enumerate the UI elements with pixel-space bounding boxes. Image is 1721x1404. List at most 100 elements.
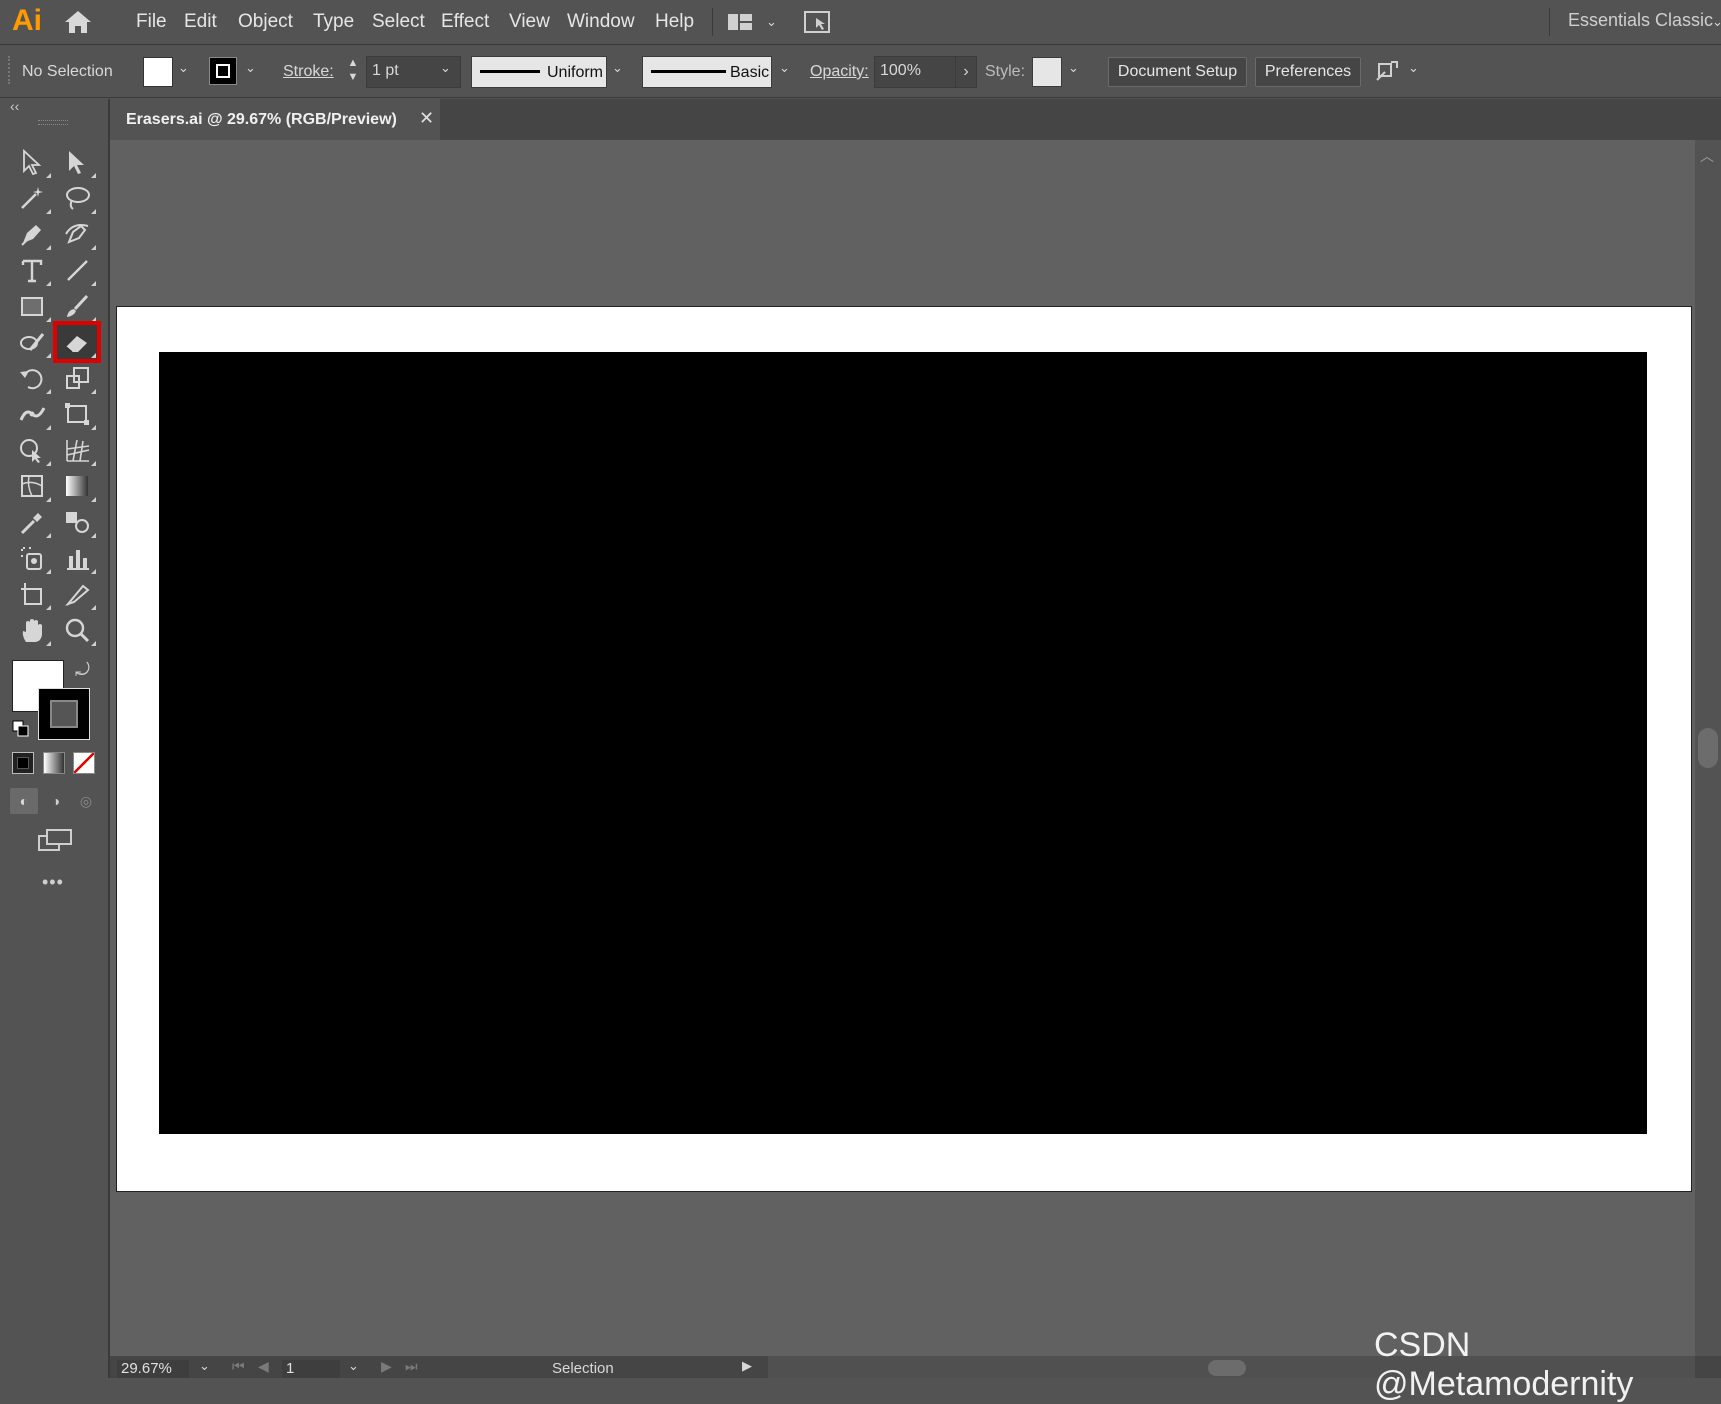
stroke-swatch[interactable] bbox=[209, 57, 237, 85]
align-to-icon[interactable] bbox=[1375, 58, 1401, 89]
menu-object[interactable]: Object bbox=[238, 11, 293, 33]
color-mode-icon[interactable] bbox=[12, 752, 34, 774]
artboard-number: 1 bbox=[286, 1360, 295, 1377]
symbol-sprayer-tool-icon[interactable] bbox=[12, 541, 52, 575]
direct-selection-tool-icon[interactable] bbox=[57, 145, 97, 179]
menu-effect[interactable]: Effect bbox=[441, 11, 489, 33]
shape-builder-tool-icon[interactable] bbox=[12, 433, 52, 467]
line-segment-tool-icon[interactable] bbox=[57, 253, 97, 287]
first-artboard-icon[interactable]: ⏮ bbox=[232, 1358, 245, 1375]
type-tool-icon[interactable] bbox=[12, 253, 52, 287]
fill-chevron-icon[interactable]: ⌄ bbox=[178, 60, 189, 76]
stroke-chevron-icon[interactable]: ⌄ bbox=[245, 60, 256, 76]
gpu-search-icon[interactable] bbox=[803, 9, 833, 40]
style-chevron-icon[interactable]: ⌄ bbox=[1068, 60, 1079, 76]
menu-window[interactable]: Window bbox=[567, 11, 635, 33]
profile-label: Uniform bbox=[547, 64, 604, 81]
stroke-label[interactable]: Stroke: bbox=[283, 63, 334, 81]
status-mode: Selection bbox=[552, 1360, 614, 1377]
mesh-tool-icon[interactable] bbox=[12, 469, 52, 503]
watermark: CSDN @Metamodernity bbox=[1374, 1326, 1634, 1403]
shaper-tool-icon[interactable] bbox=[12, 325, 52, 359]
preferences-button[interactable]: Preferences bbox=[1255, 57, 1361, 87]
home-icon[interactable] bbox=[62, 8, 94, 36]
gradient-tool-icon[interactable] bbox=[57, 469, 97, 503]
stroke-stepper[interactable]: ▲ ▼ bbox=[343, 56, 363, 88]
eraser-tool-icon[interactable] bbox=[53, 321, 101, 363]
menu-select[interactable]: Select bbox=[372, 11, 425, 33]
vertical-scroll-thumb[interactable] bbox=[1698, 728, 1718, 768]
none-mode-icon[interactable] bbox=[73, 752, 95, 774]
menu-file[interactable]: File bbox=[136, 11, 167, 33]
menu-divider bbox=[1549, 8, 1550, 36]
menu-edit[interactable]: Edit bbox=[184, 11, 217, 33]
next-artboard-icon[interactable]: ▶ bbox=[381, 1358, 392, 1375]
app-logo: Ai bbox=[12, 4, 42, 37]
paintbrush-tool-icon[interactable] bbox=[57, 289, 97, 323]
style-label: Style: bbox=[985, 63, 1026, 80]
menu-view[interactable]: View bbox=[509, 11, 550, 33]
rotate-tool-icon[interactable] bbox=[12, 361, 52, 395]
brush-chevron-icon[interactable]: ⌄ bbox=[779, 60, 790, 76]
panel-grip[interactable] bbox=[38, 120, 68, 125]
lasso-tool-icon[interactable] bbox=[57, 181, 97, 215]
stroke-weight-value: 1 pt bbox=[372, 62, 399, 79]
collapse-panel-icon[interactable]: ‹‹ bbox=[10, 98, 19, 114]
column-graph-tool-icon[interactable] bbox=[57, 541, 97, 575]
hand-tool-icon[interactable] bbox=[12, 613, 52, 647]
artboard-tool-icon[interactable] bbox=[12, 577, 52, 611]
blend-tool-icon[interactable] bbox=[57, 505, 97, 539]
curvature-tool-icon[interactable] bbox=[57, 217, 97, 251]
swap-fill-stroke-icon[interactable]: ⤾ bbox=[75, 660, 90, 681]
scroll-up-icon[interactable]: ︿ bbox=[1700, 146, 1714, 166]
draw-inside-icon[interactable]: ◎ bbox=[72, 788, 100, 814]
fill-swatch[interactable] bbox=[143, 57, 173, 87]
document-setup-button[interactable]: Document Setup bbox=[1108, 57, 1247, 87]
opacity-arrow-icon[interactable]: › bbox=[955, 56, 977, 88]
stroke-color-box[interactable] bbox=[38, 688, 90, 740]
gradient-mode-icon[interactable] bbox=[43, 752, 65, 774]
eyedropper-tool-icon[interactable] bbox=[12, 505, 52, 539]
rectangle-tool-icon[interactable] bbox=[12, 289, 52, 323]
align-chevron-icon[interactable]: ⌄ bbox=[1408, 60, 1419, 76]
control-bar-grip[interactable] bbox=[8, 56, 12, 84]
free-transform-tool-icon[interactable] bbox=[57, 397, 97, 431]
slice-tool-icon[interactable] bbox=[57, 577, 97, 611]
profile-chevron-icon[interactable]: ⌄ bbox=[612, 60, 623, 76]
draw-normal-icon[interactable]: ◐ bbox=[10, 788, 38, 814]
workspace-switcher[interactable]: Essentials Classic bbox=[1568, 10, 1713, 31]
menu-type[interactable]: Type bbox=[313, 11, 354, 33]
menu-divider bbox=[712, 8, 713, 36]
change-screen-mode-icon[interactable] bbox=[38, 828, 72, 859]
black-rectangle[interactable] bbox=[159, 352, 1647, 1134]
document-tab-title: Erasers.ai @ 29.67% (RGB/Preview) bbox=[126, 111, 397, 128]
opacity-value: 100% bbox=[880, 62, 921, 79]
scale-tool-icon[interactable] bbox=[57, 361, 97, 395]
pen-tool-icon[interactable] bbox=[12, 217, 52, 251]
brush-label: Basic bbox=[730, 64, 770, 81]
magic-wand-tool-icon[interactable] bbox=[12, 181, 52, 215]
zoom-chevron-icon[interactable]: ⌄ bbox=[199, 1358, 210, 1374]
draw-behind-icon[interactable]: ◑ bbox=[42, 788, 70, 814]
perspective-grid-tool-icon[interactable] bbox=[57, 433, 97, 467]
width-tool-icon[interactable] bbox=[12, 397, 52, 431]
stroke-weight-chevron-icon[interactable]: ⌄ bbox=[440, 60, 451, 76]
selection-status: No Selection bbox=[22, 63, 113, 80]
style-swatch[interactable] bbox=[1032, 57, 1062, 87]
last-artboard-icon[interactable]: ⏭ bbox=[405, 1358, 418, 1375]
previous-artboard-icon[interactable]: ◀ bbox=[258, 1358, 269, 1375]
zoom-tool-icon[interactable] bbox=[57, 613, 97, 647]
close-tab-icon[interactable]: ✕ bbox=[419, 108, 434, 129]
workspace-chevron-icon[interactable]: ⌄ bbox=[1712, 14, 1721, 30]
edit-toolbar-icon[interactable]: ••• bbox=[42, 872, 64, 893]
artboard-chevron-icon[interactable]: ⌄ bbox=[348, 1358, 359, 1374]
opacity-label[interactable]: Opacity: bbox=[810, 63, 869, 81]
chevron-down-icon[interactable]: ⌄ bbox=[766, 14, 777, 30]
default-fill-stroke-icon[interactable] bbox=[12, 720, 30, 743]
menu-help[interactable]: Help bbox=[655, 11, 694, 33]
arrange-documents-icon[interactable] bbox=[727, 12, 757, 37]
status-menu-arrow-icon[interactable]: ▶ bbox=[742, 1358, 752, 1374]
selection-tool-icon[interactable] bbox=[12, 145, 52, 179]
zoom-value: 29.67% bbox=[121, 1360, 172, 1377]
horizontal-scroll-thumb[interactable] bbox=[1208, 1360, 1246, 1376]
